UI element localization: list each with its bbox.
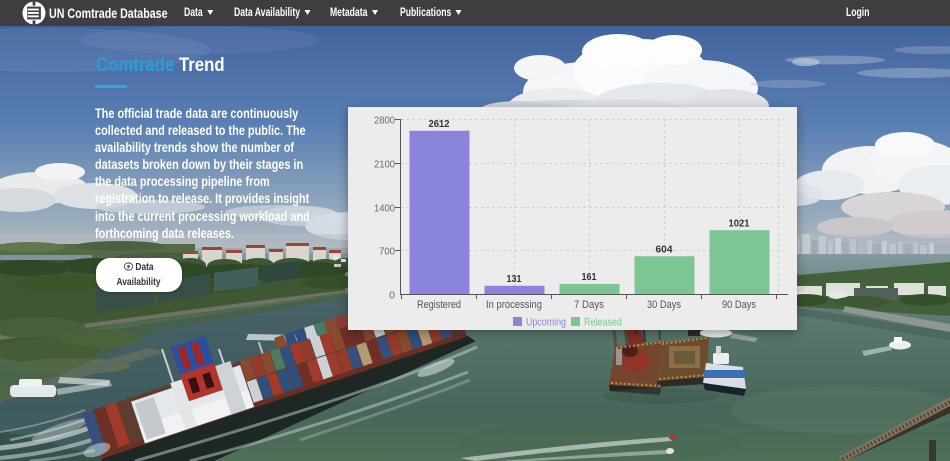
- svg-text:Registered: Registered: [417, 299, 461, 311]
- svg-text:131: 131: [507, 273, 522, 285]
- svg-text:0: 0: [389, 290, 395, 302]
- svg-text:7 Days: 7 Days: [574, 299, 604, 311]
- svg-text:1400: 1400: [374, 203, 395, 215]
- svg-text:Released: Released: [584, 317, 622, 329]
- svg-text:Upcoming: Upcoming: [526, 317, 566, 329]
- svg-text:2612: 2612: [429, 118, 450, 130]
- svg-text:2100: 2100: [374, 159, 395, 171]
- svg-text:2800: 2800: [374, 115, 395, 127]
- svg-text:700: 700: [379, 246, 395, 258]
- svg-text:In processing: In processing: [486, 299, 542, 311]
- svg-text:90 Days: 90 Days: [722, 299, 756, 311]
- svg-text:161: 161: [582, 271, 597, 283]
- svg-text:604: 604: [656, 244, 673, 256]
- svg-text:30 Days: 30 Days: [647, 299, 681, 311]
- svg-text:1021: 1021: [729, 218, 750, 230]
